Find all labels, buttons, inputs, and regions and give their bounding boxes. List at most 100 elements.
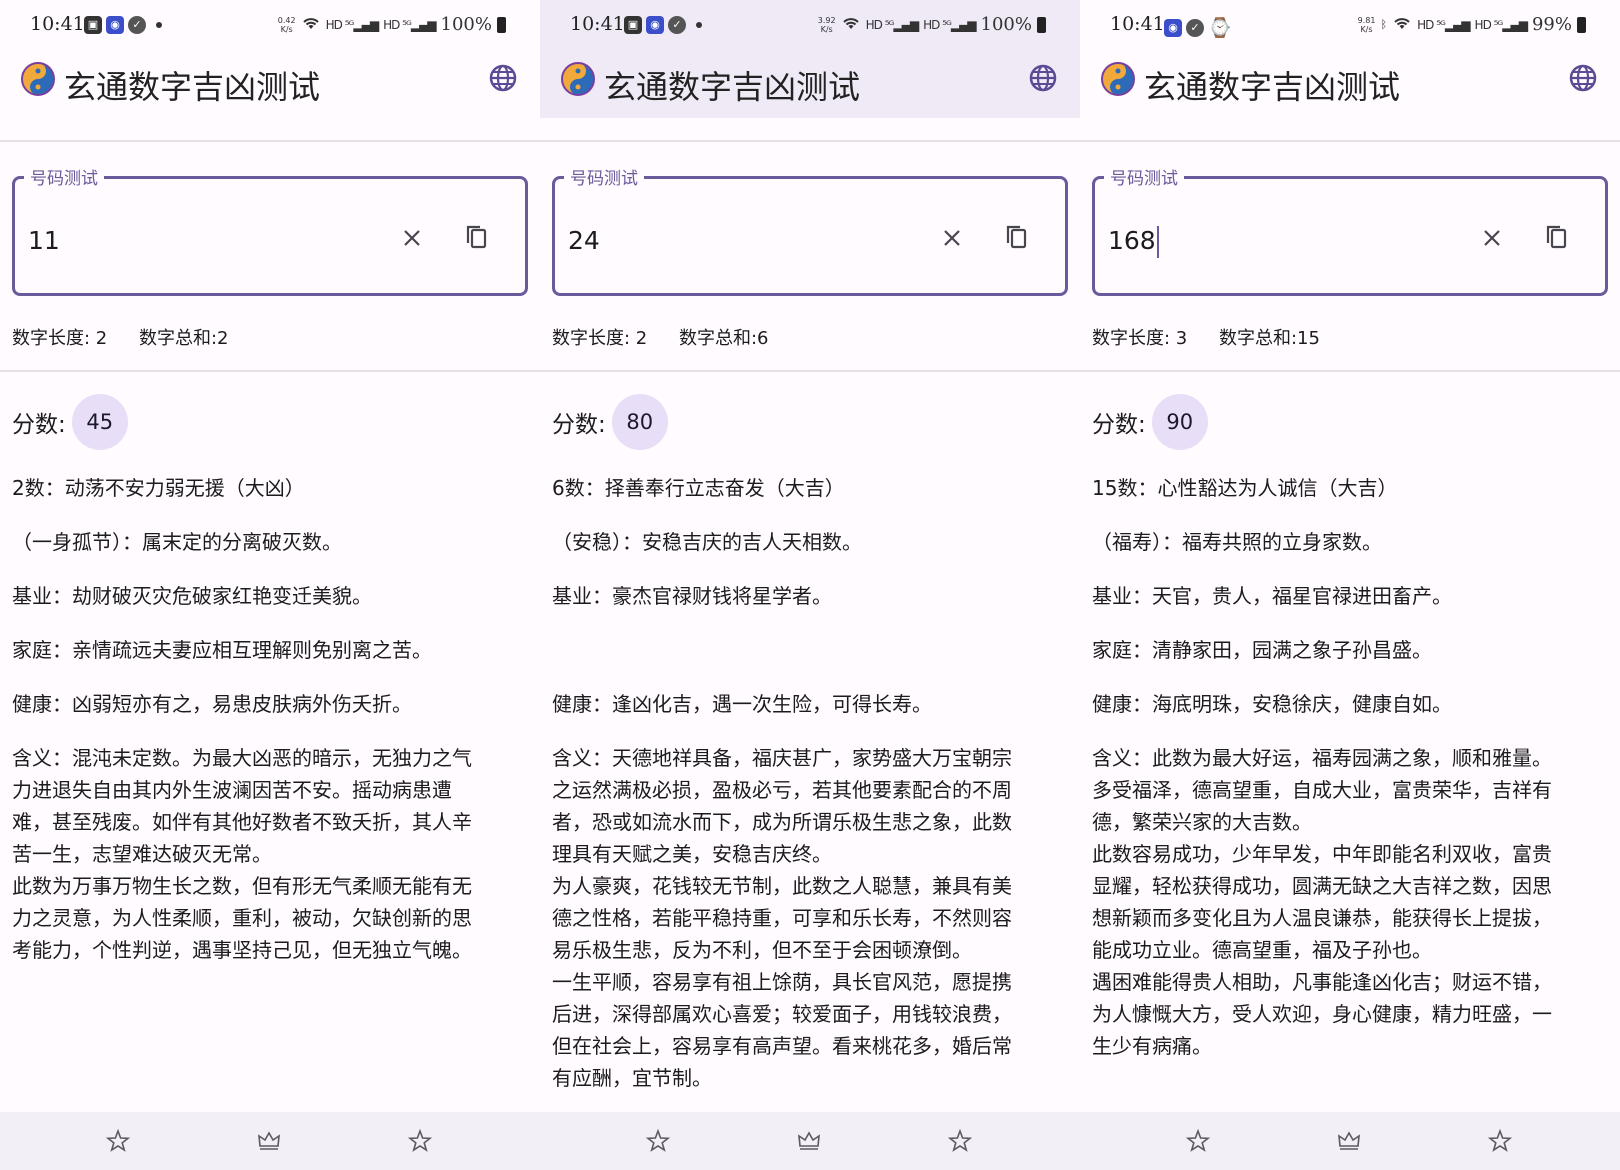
- crown-icon[interactable]: [796, 1128, 822, 1154]
- divider: [0, 370, 540, 372]
- meaning-line: 含义：混沌未定数。为最大凶恶的暗示，无独力之气: [12, 746, 472, 770]
- result-health: 健康：海底明珠，安稳徐庆，健康自如。: [1092, 692, 1452, 716]
- text-cursor: [1156, 226, 1159, 258]
- hd-signal-icon: HD ⁵ᴳ▂▄▆: [865, 17, 919, 32]
- hd-signal-2-icon: HD ⁵ᴳ▂▄▆: [1474, 17, 1528, 32]
- close-icon[interactable]: [1478, 224, 1506, 252]
- battery-icon: [1037, 16, 1046, 33]
- app-bar: 玄通数字吉凶测试: [540, 54, 1080, 118]
- result-nickname: （安稳）：安稳吉庆的吉人天相数。: [552, 530, 862, 554]
- score-row: 分数: 90: [1092, 394, 1208, 450]
- result-health: 健康：逢凶化吉，遇一次生险，可得长寿。: [552, 692, 932, 716]
- digit-stats: 数字长度: 2 数字总和:2: [12, 324, 255, 350]
- meaning-line: 德之性格，若能平稳持重，可享和乐长寿，不然则容: [552, 906, 1012, 930]
- meaning-line: 为人慷慨大方，受人欢迎，身心健康，精力旺盛，一: [1092, 1002, 1552, 1026]
- bottom-navigation: [0, 1112, 540, 1170]
- meaning-line: 力之灵意，为人性柔顺，重利，被动，欠缺创新的思: [12, 906, 472, 930]
- field-label: 号码测试: [564, 164, 644, 189]
- meaning-line: 考能力，个性判逆，遇事坚持己见，但无独立气魄。: [12, 938, 472, 962]
- phone-screen-3: 10:41 ◉ ✓ ⌚ 9.81 K/s ᛒ HD ⁵ᴳ▂▄▆ HD ⁵ᴳ▂▄▆ …: [1080, 0, 1620, 1170]
- battery-charging-icon: [1577, 16, 1586, 33]
- app-title: 玄通数字吉凶测试: [1144, 68, 1401, 106]
- wifi-icon: [1392, 15, 1412, 34]
- taiji-logo-icon: [1101, 62, 1135, 96]
- meaning-line: 一生平顺，容易享有祖上馀荫，具长官风范，愿提携: [552, 970, 1012, 994]
- battery-percent: 100%: [980, 14, 1032, 35]
- check-notification-icon: ✓: [128, 16, 146, 34]
- meaning-line: 含义：此数为最大好运，福寿园满之象，顺和雅量。: [1092, 746, 1552, 770]
- meaning-line: 此数为万事万物生长之数，但有形无气柔顺无能有无: [12, 874, 472, 898]
- star-icon[interactable]: [407, 1128, 433, 1154]
- divider: [540, 370, 1080, 372]
- top-app-area: 10:41 ◉ ✓ ⌚ 9.81 K/s ᛒ HD ⁵ᴳ▂▄▆ HD ⁵ᴳ▂▄▆ …: [1080, 0, 1620, 118]
- phone-screen-2: 10:41 ▣ ◉ ✓ 3.92 K/s HD ⁵ᴳ▂▄▆ HD ⁵ᴳ▂▄▆ 10…: [540, 0, 1080, 1170]
- meaning-line: 力进退失自由其内外生波澜因苦不安。摇动病患遭: [12, 778, 452, 802]
- result-family: 家庭：亲情疏远夫妻应相互理解则免别离之苦。: [12, 638, 432, 662]
- watch-notification-icon: ⌚: [1208, 17, 1232, 39]
- network-speed: 9.81 K/s: [1357, 15, 1376, 34]
- copy-icon[interactable]: [1542, 222, 1572, 252]
- score-label: 分数:: [1092, 412, 1146, 438]
- result-family: [552, 634, 1072, 666]
- number-input-outline[interactable]: [552, 176, 1068, 296]
- app-bar: 玄通数字吉凶测试: [1080, 54, 1620, 118]
- close-icon[interactable]: [938, 224, 966, 252]
- result-foundation: 基业：天官，贵人，福星官禄进田畜产。: [1092, 584, 1452, 608]
- result-title: 15数：心性豁达为人诚信（大吉）: [1092, 476, 1398, 500]
- globe-icon[interactable]: [1028, 63, 1058, 93]
- close-icon[interactable]: [398, 224, 426, 252]
- score-row: 分数: 45: [12, 394, 128, 450]
- star-icon[interactable]: [1185, 1128, 1211, 1154]
- number-input-outline[interactable]: [1092, 176, 1608, 296]
- network-speed: 0.42 K/s: [277, 15, 296, 34]
- meaning-line: 理具有天赋之美，安稳吉庆终。: [552, 842, 832, 866]
- number-input-outline[interactable]: [12, 176, 528, 296]
- top-app-area: 10:41 ▣ ◉ ✓ 3.92 K/s HD ⁵ᴳ▂▄▆ HD ⁵ᴳ▂▄▆ 10…: [540, 0, 1080, 118]
- system-status-icons: 0.42 K/s HD ⁵ᴳ▂▄▆ HD ⁵ᴳ▂▄▆ 100%: [278, 14, 506, 35]
- number-input[interactable]: 11: [28, 226, 60, 255]
- number-input[interactable]: 24: [568, 226, 600, 255]
- star-icon[interactable]: [947, 1128, 973, 1154]
- divider: [0, 140, 540, 142]
- result-foundation: 基业：劫财破灭灾危破家红艳变迁美貌。: [12, 584, 372, 608]
- globe-icon[interactable]: [1568, 63, 1598, 93]
- digit-length: 数字长度: 2: [12, 328, 108, 349]
- meaning-line: 苦一生，志望难达破灭无常。: [12, 842, 272, 866]
- score-badge: 80: [611, 394, 668, 450]
- star-icon[interactable]: [105, 1128, 131, 1154]
- hd-signal-2-icon: HD ⁵ᴳ▂▄▆: [923, 17, 976, 32]
- status-bar: 10:41 ◉ ✓ ⌚ 9.81 K/s ᛒ HD ⁵ᴳ▂▄▆ HD ⁵ᴳ▂▄▆ …: [1080, 0, 1620, 54]
- number-test-field[interactable]: 号码测试 168: [1092, 164, 1608, 296]
- star-icon[interactable]: [645, 1128, 671, 1154]
- status-time: 10:41: [570, 13, 625, 35]
- crown-icon[interactable]: [1336, 1128, 1362, 1154]
- star-icon[interactable]: [1487, 1128, 1513, 1154]
- number-input[interactable]: 168: [1108, 226, 1159, 258]
- digit-sum: 数字总和:6: [678, 328, 769, 349]
- top-app-area: 10:41 ▣ ◉ ✓ 0.42 K/s HD ⁵ᴳ▂▄▆ HD ⁵ᴳ▂▄▆ 10…: [0, 0, 540, 118]
- status-bar: 10:41 ▣ ◉ ✓ 0.42 K/s HD ⁵ᴳ▂▄▆ HD ⁵ᴳ▂▄▆ 10…: [0, 0, 540, 54]
- result-nickname: （一身孤节）：属末定的分离破灭数。: [12, 530, 342, 554]
- number-test-field[interactable]: 号码测试 24: [552, 164, 1068, 296]
- status-bar: 10:41 ▣ ◉ ✓ 3.92 K/s HD ⁵ᴳ▂▄▆ HD ⁵ᴳ▂▄▆ 10…: [540, 0, 1080, 54]
- globe-icon[interactable]: [488, 63, 518, 93]
- crown-icon[interactable]: [256, 1128, 282, 1154]
- result-content: 15数：心性豁达为人诚信（大吉） （福寿）：福寿共照的立身家数。 基业：天官，贵…: [1092, 472, 1612, 1062]
- result-content: 2数：动荡不安力弱无援（大凶） （一身孤节）：属末定的分离破灭数。 基业：劫财破…: [12, 472, 532, 966]
- copy-icon[interactable]: [462, 222, 492, 252]
- score-label: 分数:: [12, 412, 66, 438]
- copy-icon[interactable]: [1002, 222, 1032, 252]
- meaning-line: 易乐极生悲，反为不利，但不至于会困顿潦倒。: [552, 938, 972, 962]
- result-title: 2数：动荡不安力弱无援（大凶）: [12, 476, 305, 500]
- taiji-logo-icon: [561, 62, 595, 96]
- hd-signal-2-icon: HD ⁵ᴳ▂▄▆: [383, 17, 436, 32]
- number-test-field[interactable]: 号码测试 11: [12, 164, 528, 296]
- meaning-line: 有应酬，宜节制。: [552, 1066, 712, 1090]
- network-speed: 3.92 K/s: [817, 15, 836, 34]
- more-notifications-dot-icon: [156, 22, 162, 28]
- result-content: 6数：择善奉行立志奋发（大吉） （安稳）：安稳吉庆的吉人天相数。 基业：豪杰官禄…: [552, 472, 1072, 1094]
- meaning-line: 能成功立业。德高望重，福及子孙也。: [1092, 938, 1432, 962]
- meaning-line: 德，繁荣兴家的大吉数。: [1092, 810, 1312, 834]
- app-title: 玄通数字吉凶测试: [64, 68, 321, 106]
- score-row: 分数: 80: [552, 394, 668, 450]
